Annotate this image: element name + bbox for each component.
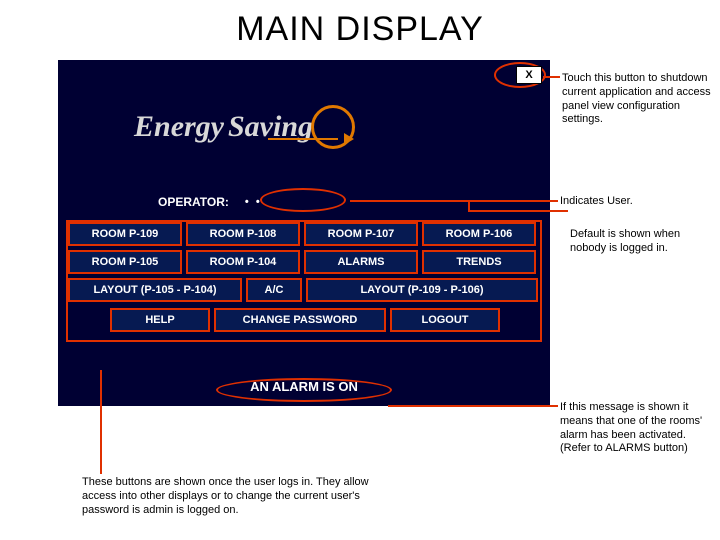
logo-arrow-icon [268, 135, 348, 149]
room-p105-button[interactable]: ROOM P-105 [68, 250, 182, 274]
note-buttons: These buttons are shown once the user lo… [82, 476, 382, 517]
note-alarm: If this message is shown it means that o… [560, 401, 716, 456]
callout-ellipse-operator [260, 188, 346, 212]
layout-2-button[interactable]: LAYOUT (P-109 - P-106) [306, 278, 538, 302]
logo-word1: Energy [134, 110, 224, 144]
ac-button[interactable]: A/C [246, 278, 302, 302]
help-button[interactable]: HELP [110, 308, 210, 332]
callout-line [470, 210, 568, 212]
hmi-panel: X Energy Saving OPERATOR: • • ROOM P-109… [58, 60, 550, 406]
room-p109-button[interactable]: ROOM P-109 [68, 222, 182, 246]
operator-row: OPERATOR: • • [158, 195, 262, 209]
change-password-button[interactable]: CHANGE PASSWORD [214, 308, 386, 332]
operator-value: • • [245, 196, 262, 208]
callout-line [100, 370, 102, 474]
note-user: Indicates User. [560, 195, 710, 209]
callout-line [350, 200, 558, 202]
close-button[interactable]: X [516, 66, 542, 84]
button-grid: ROOM P-109 ROOM P-108 ROOM P-107 ROOM P-… [68, 222, 542, 332]
callout-line [468, 200, 470, 212]
alarm-banner: AN ALARM IS ON [58, 378, 550, 396]
callout-line [543, 76, 560, 78]
page-title: MAIN DISPLAY [0, 0, 720, 49]
logout-button[interactable]: LOGOUT [390, 308, 500, 332]
room-p104-button[interactable]: ROOM P-104 [186, 250, 300, 274]
note-default: Default is shown when nobody is logged i… [570, 228, 716, 256]
alarm-text: AN ALARM IS ON [250, 379, 358, 394]
room-p106-button[interactable]: ROOM P-106 [422, 222, 536, 246]
note-close: Touch this button to shutdown current ap… [562, 72, 714, 127]
alarms-button[interactable]: ALARMS [304, 250, 418, 274]
callout-line [388, 405, 558, 407]
room-p107-button[interactable]: ROOM P-107 [304, 222, 418, 246]
operator-label: OPERATOR: [158, 195, 229, 209]
layout-1-button[interactable]: LAYOUT (P-105 - P-104) [68, 278, 242, 302]
trends-button[interactable]: TRENDS [422, 250, 536, 274]
room-p108-button[interactable]: ROOM P-108 [186, 222, 300, 246]
